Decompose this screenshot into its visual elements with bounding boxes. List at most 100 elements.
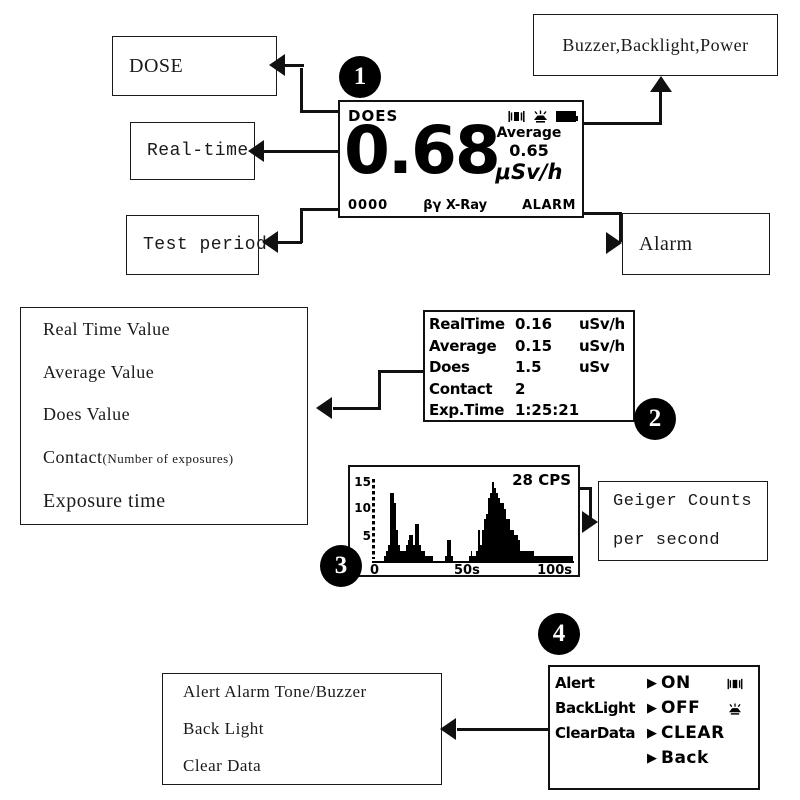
- data-row-key: Exp.Time: [429, 401, 505, 420]
- settings-list-item-alert: Alert Alarm Tone/Buzzer: [183, 682, 367, 702]
- battery-icon: [556, 110, 578, 122]
- diagram-root: DOSE Real-time Test period Buzzer,Backli…: [0, 0, 800, 800]
- callout-settings-list: Alert Alarm Tone/Buzzer Back Light Clear…: [162, 673, 442, 785]
- callout-dose: DOSE: [112, 36, 277, 96]
- badge-2-label: 2: [648, 405, 662, 432]
- connector-realtime-horizontal: [262, 150, 342, 153]
- connector-bbp-horizontal: [582, 122, 662, 125]
- menu-item-cleardata-label: ClearData: [555, 724, 636, 742]
- values-list-item-does: Does Value: [43, 404, 131, 425]
- backlight-icon: [534, 110, 547, 123]
- arrow-geiger: [582, 511, 598, 533]
- badge-2: 2: [634, 398, 676, 440]
- chart-y-axis-ticks: [372, 479, 375, 559]
- menu-arrow-icon: ▶: [647, 751, 657, 766]
- geiger-line-1: Geiger Counts: [613, 492, 753, 511]
- menu-item-back-label: Back: [661, 748, 709, 768]
- lcd-radiation-types: βγ X-Ray: [423, 198, 488, 213]
- lcd-dose-value: 0.68: [344, 112, 501, 189]
- data-row-value: 0.15: [515, 336, 553, 355]
- menu-alert-icon-slot: [723, 678, 747, 690]
- data-row-value: 1.5: [515, 358, 542, 377]
- chart-ytick-label: 10: [354, 501, 371, 515]
- data-row-value: 1:25:21: [515, 401, 580, 420]
- menu-arrow-icon: ▶: [647, 701, 657, 716]
- callout-real-time: Real-time: [130, 122, 255, 180]
- chart-ytick-label: 15: [354, 475, 371, 489]
- callout-values-list: Real Time Value Average Value Does Value…: [20, 307, 308, 525]
- lcd-main-bottom-row: 0000 βγ X-Ray ALARM: [348, 198, 576, 213]
- connector-values-horizontal-2: [333, 407, 381, 410]
- data-row-value: 2: [515, 379, 526, 398]
- callout-geiger-counts: Geiger Counts per second: [598, 481, 768, 561]
- callout-alarm-label: Alarm: [639, 232, 693, 255]
- connector-values-horizontal: [378, 370, 426, 373]
- badge-3: 3: [320, 545, 362, 587]
- buzzer-icon: [508, 110, 525, 122]
- lcd-main-screen: DOES 0.68 Average 0.65 μSv/h 0000 βγ X-R…: [338, 100, 584, 218]
- data-row-key: Average: [429, 336, 497, 355]
- data-row: Average 0.15 uSv/h: [429, 336, 633, 358]
- values-list-item-contact-label: Contact: [43, 447, 103, 468]
- menu-item-alert-label: Alert: [555, 674, 595, 692]
- chart-x-axis-labels: 0 50s 100s: [370, 563, 574, 577]
- lcd-average-group: Average 0.65 μSv/h: [481, 125, 577, 184]
- lcd-test-period-value: 0000: [348, 198, 389, 213]
- settings-list-item-cleardata: Clear Data: [183, 755, 262, 775]
- menu-item-backlight[interactable]: BackLight ▶ OFF: [555, 696, 758, 721]
- chart-xtick-label: 50s: [454, 563, 480, 577]
- chart-xtick-label: 0: [370, 563, 380, 577]
- lcd-unit-label: μSv/h: [495, 160, 563, 184]
- settings-list-item-backlight: Back Light: [183, 718, 265, 738]
- lcd-average-value: 0.65: [509, 141, 549, 160]
- connector-settings-horizontal: [457, 728, 549, 731]
- data-row: Does 1.5 uSv: [429, 357, 633, 379]
- lcd-alarm-label: ALARM: [522, 198, 576, 213]
- badge-1: 1: [339, 56, 381, 98]
- values-list-item-exposure-time: Exposure time: [43, 490, 166, 513]
- chart-y-axis-labels: 15 10 5: [353, 475, 371, 557]
- data-row: RealTime 0.16 uSv/h: [429, 314, 633, 336]
- callout-test-period: Test period: [126, 215, 267, 275]
- badge-4: 4: [538, 613, 580, 655]
- data-row: Contact 2: [429, 379, 633, 401]
- arrow-settings: [440, 718, 456, 740]
- callout-buzzer-backlight-power: Buzzer,Backlight,Power: [533, 14, 778, 76]
- data-row-value: 0.16: [515, 315, 553, 333]
- arrow-bbp: [650, 76, 672, 92]
- geiger-line-2: per second: [613, 531, 721, 550]
- values-list-item-real-time: Real Time Value: [43, 318, 171, 339]
- callout-alarm: Alarm: [622, 213, 770, 275]
- lcd-data-screen: RealTime 0.16 uSv/h Average 0.15 uSv/h D…: [423, 310, 635, 422]
- callout-dose-label: DOSE: [129, 54, 184, 77]
- badge-3-label: 3: [334, 552, 348, 579]
- badge-4-label: 4: [552, 620, 566, 647]
- connector-dose-horizontal: [300, 110, 342, 113]
- connector-bbp-vertical: [659, 92, 662, 125]
- callout-buzzer-backlight-power-label: Buzzer,Backlight,Power: [562, 34, 749, 55]
- chart-xtick-label: 100s: [537, 563, 572, 577]
- menu-arrow-icon: ▶: [647, 726, 657, 741]
- connector-values-vertical: [378, 370, 381, 410]
- menu-item-backlight-label: BackLight: [555, 699, 636, 717]
- menu-arrow-icon: ▶: [647, 676, 657, 691]
- lcd-average-label: Average: [496, 125, 562, 141]
- menu-item-alert[interactable]: Alert ▶ ON: [555, 671, 758, 696]
- lcd-menu-screen: Alert ▶ ON BackLight ▶ OFF ClearData ▶ C…: [548, 665, 760, 790]
- chart-bars: [376, 477, 573, 561]
- menu-item-back[interactable]: ▶ Back: [555, 746, 758, 771]
- menu-item-cleardata-value: CLEAR: [661, 723, 725, 743]
- menu-item-alert-value: ON: [661, 673, 691, 693]
- connector-dose-vertical: [300, 68, 303, 113]
- arrow-alarm: [606, 232, 622, 254]
- data-row: Exp.Time 1:25:21: [429, 400, 633, 420]
- arrow-values: [316, 397, 332, 419]
- callout-real-time-label: Real-time: [147, 141, 249, 161]
- data-row-key: RealTime: [429, 315, 505, 333]
- values-list-item-average: Average Value: [43, 361, 155, 382]
- connector-testperiod-vertical: [300, 208, 303, 243]
- menu-item-cleardata[interactable]: ClearData ▶ CLEAR: [555, 721, 758, 746]
- backlight-icon: [729, 702, 741, 715]
- data-row-unit: uSv/h: [579, 315, 625, 333]
- data-row-key: Contact: [429, 379, 493, 398]
